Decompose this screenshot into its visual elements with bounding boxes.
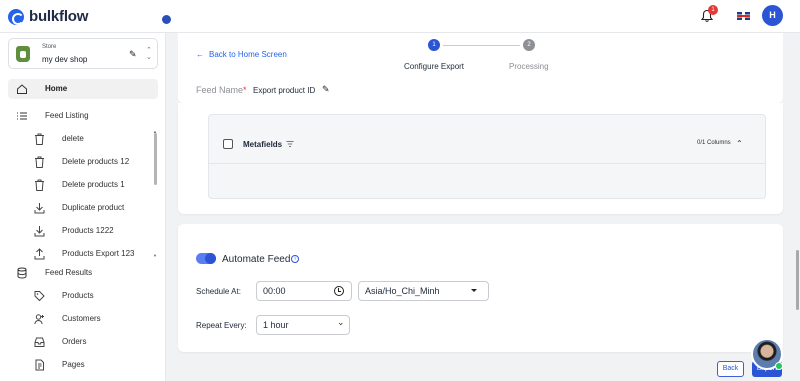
top-bar: bulkflow 1 H	[0, 0, 800, 33]
sidebar-subitem-label: Pages	[62, 360, 85, 369]
sidebar-item-label: Feed Results	[45, 268, 93, 277]
chevron-up-icon[interactable]: ⌃	[736, 139, 743, 148]
sidebar-subitem-pages[interactable]: Pages	[30, 355, 158, 375]
home-icon	[17, 84, 27, 94]
sidebar-subitem-label: Duplicate product	[62, 203, 125, 212]
sidebar-scrollbar[interactable]	[154, 133, 157, 185]
sidebar-item-home[interactable]: Home	[8, 79, 158, 99]
app-logo[interactable]: bulkflow	[8, 8, 88, 25]
sidebar: Store my dev shop ✎ ⌃ ⌄ Home Feed Listing…	[0, 33, 166, 381]
sidebar-subitem-label: Orders	[62, 337, 87, 346]
sidebar-subitem-feed[interactable]: Delete products 1	[30, 175, 158, 195]
notification-badge: 1	[708, 5, 718, 15]
step-2-label: Processing	[509, 62, 549, 71]
person-add-icon	[34, 314, 44, 325]
metafields-label: Metafields	[243, 140, 283, 149]
sidebar-subitem-label: Products	[62, 291, 94, 300]
step-2-indicator: 2	[523, 39, 535, 51]
tag-icon	[34, 291, 45, 302]
app-name: bulkflow	[29, 8, 89, 25]
info-icon[interactable]: i	[291, 255, 299, 263]
trash-icon	[35, 156, 44, 168]
sidebar-subitem-feed[interactable]: Products Export 123	[30, 244, 158, 264]
bulkflow-logo-icon	[8, 8, 24, 25]
filter-icon[interactable]	[286, 140, 294, 148]
sidebar-subitem-feed[interactable]: Delete products 12	[30, 152, 158, 172]
arrow-left-icon: ←	[196, 50, 204, 59]
sidebar-subitem-feed[interactable]: delete	[30, 129, 158, 149]
shopify-bag-icon	[16, 46, 30, 62]
trash-icon	[35, 133, 44, 145]
repeat-every-label: Repeat Every:	[196, 321, 247, 330]
sidebar-subitem-label: Products Export 123	[62, 249, 135, 258]
repeat-interval-select[interactable]: 1 hour	[256, 315, 350, 335]
sidebar-subitem-products[interactable]: Products	[30, 286, 158, 306]
upload-icon	[34, 248, 45, 260]
sidebar-item-label: Feed Listing	[45, 111, 89, 120]
sidebar-subitem-feed[interactable]: Duplicate product	[30, 198, 158, 218]
back-link-label: Back to Home Screen	[209, 50, 287, 59]
sidebar-collapse-button[interactable]	[162, 15, 171, 24]
sidebar-item-feed-listing[interactable]: Feed Listing	[8, 106, 158, 126]
back-button[interactable]: Back	[717, 361, 744, 377]
timezone-select[interactable]: Asia/Ho_Chi_Minh	[358, 281, 489, 301]
scroll-down-arrow-icon[interactable]: ▼	[153, 253, 157, 258]
download-icon	[34, 226, 45, 237]
stepper-connector	[443, 45, 520, 46]
trash-icon	[35, 179, 44, 191]
store-selector[interactable]: Store my dev shop ✎ ⌃ ⌄	[8, 38, 158, 69]
sidebar-subitem-label: Delete products 12	[62, 157, 130, 166]
step-1-label: Configure Export	[404, 62, 465, 71]
online-status-dot	[775, 362, 783, 370]
sidebar-item-feed-results[interactable]: Feed Results	[8, 263, 158, 283]
inbox-icon	[34, 337, 45, 347]
pencil-icon[interactable]: ✎	[129, 49, 137, 60]
download-icon	[34, 203, 45, 214]
store-name: my dev shop	[42, 55, 88, 64]
automate-feed-title: Automate Feed	[222, 254, 291, 265]
caret-down-icon	[471, 289, 477, 292]
column-count: 0/1 Columns	[697, 140, 731, 146]
store-caption: Store	[42, 44, 57, 50]
schedule-at-label: Schedule At:	[196, 287, 241, 296]
feed-name-label-text: Feed Name	[196, 85, 244, 95]
clock-icon[interactable]	[334, 286, 344, 296]
database-icon	[17, 267, 27, 279]
pages-icon	[35, 359, 44, 371]
list-icon	[17, 112, 27, 120]
uk-flag-icon[interactable]	[737, 12, 750, 20]
feed-name-label: Feed Name*	[196, 85, 247, 95]
back-to-home-link[interactable]: ← Back to Home Screen	[196, 50, 287, 59]
sidebar-subitem-label: Customers	[62, 314, 101, 323]
sidebar-subitem-customers[interactable]: Customers	[30, 309, 158, 329]
feed-name-value: Export product ID	[253, 86, 316, 95]
edit-feed-name-pencil-icon[interactable]: ✎	[322, 84, 330, 95]
automate-feed-toggle[interactable]	[196, 253, 216, 264]
sidebar-item-label: Home	[45, 84, 68, 93]
sidebar-subitem-orders[interactable]: Orders	[30, 332, 158, 352]
required-asterisk: *	[243, 85, 247, 95]
page-scrollbar[interactable]	[796, 250, 799, 310]
sidebar-subitem-label: Products 1222	[62, 226, 114, 235]
step-1-indicator: 1	[428, 39, 440, 51]
user-avatar[interactable]: H	[762, 5, 783, 26]
chevron-down-icon: ⌄	[337, 317, 345, 327]
sidebar-subitem-feed[interactable]: Products 1222	[30, 221, 158, 241]
chevron-up-down-icon[interactable]: ⌃ ⌄	[146, 47, 152, 61]
sidebar-subitem-label: Delete products 1	[62, 180, 125, 189]
metafields-checkbox[interactable]	[223, 139, 233, 149]
sidebar-subitem-label: delete	[62, 134, 84, 143]
